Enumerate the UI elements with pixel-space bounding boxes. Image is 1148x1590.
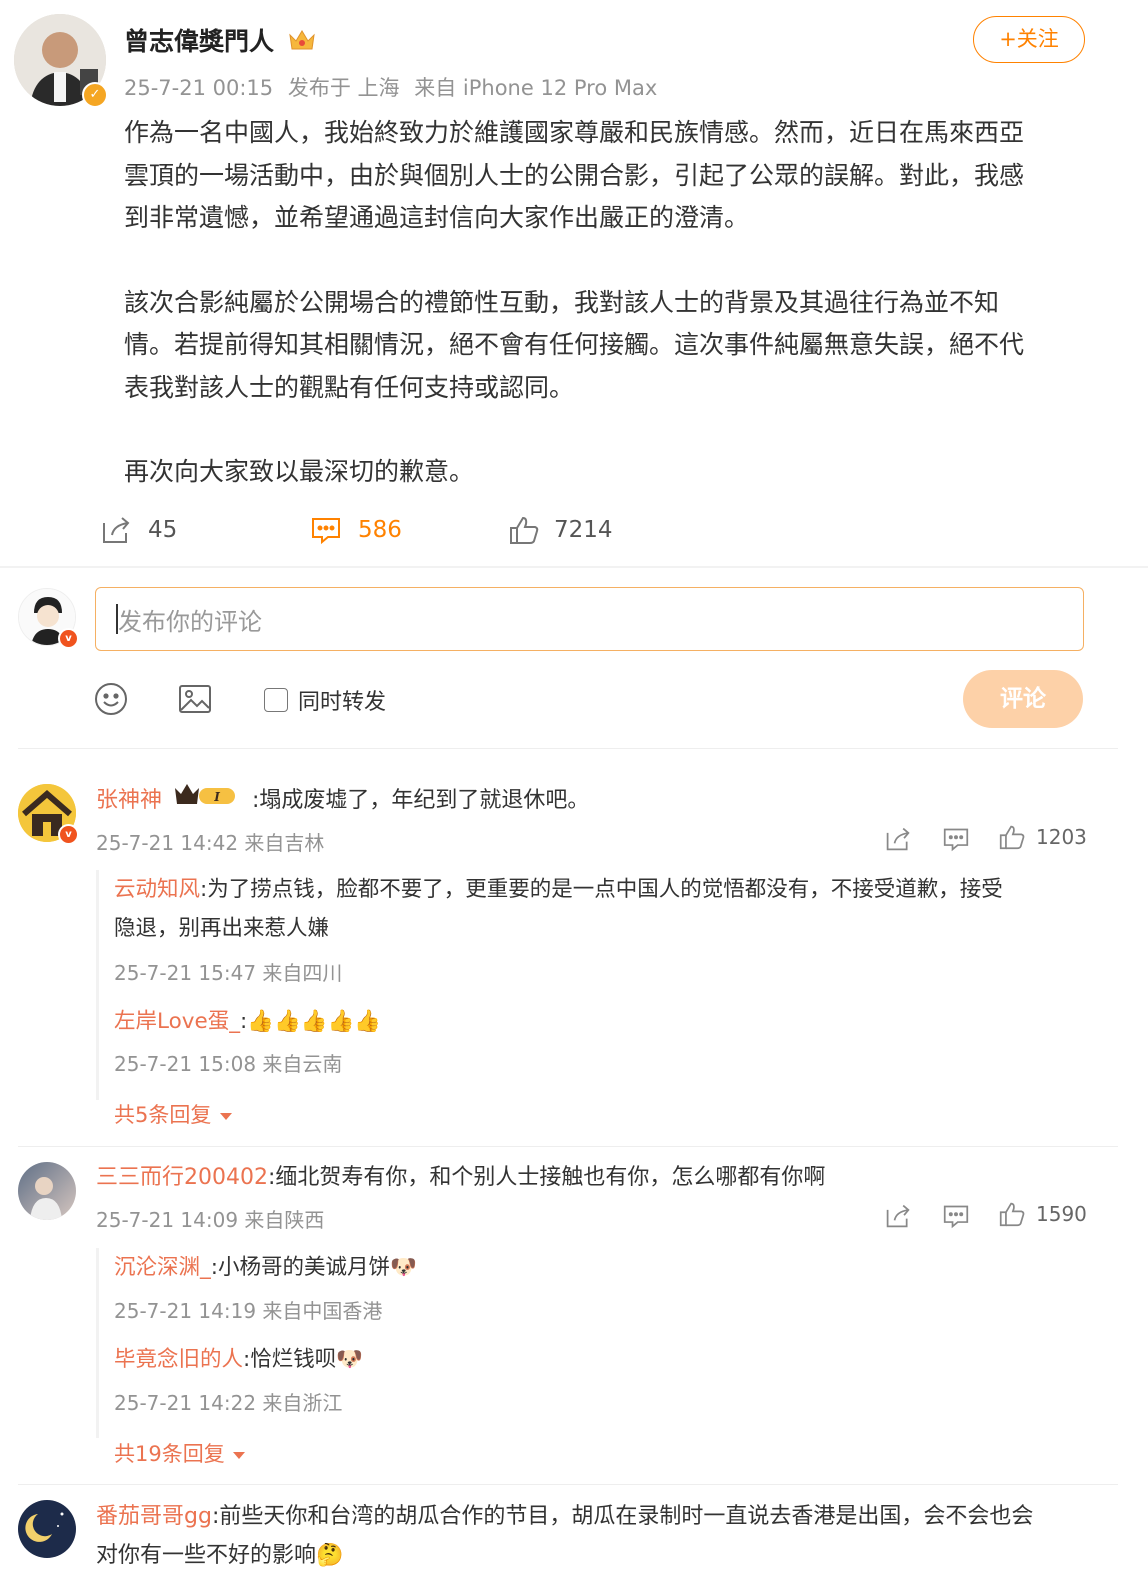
reply-thread [96, 1248, 99, 1438]
post-meta: 25-7-21 00:15 发布于 上海 来自 iPhone 12 Pro Ma… [124, 76, 658, 100]
reply-text: :为了捞点钱，脸都不要了，更重要的是一点中国人的觉悟都没有，不接受道歉，接受 [200, 877, 1003, 902]
comment-line: 三三而行200402:缅北贺寿有你，和个别人士接触也有你，怎么哪都有你啊 [96, 1158, 825, 1197]
comment-line: 番茄哥哥gg:前些天你和台湾的胡瓜合作的节目，胡瓜在录制时一直说去香港是出国，会… [96, 1497, 1096, 1575]
post-paragraph: 該次合影純屬於公開場合的禮節性互動，我對該人士的背景及其過往行為並不知 情。若提… [124, 287, 1025, 402]
reply-meta: 25-7-21 14:19 来自中国香港 [114, 1299, 383, 1323]
thumbs-up-icon [999, 1202, 1025, 1227]
reply-item: 左岸Love蛋_:👍👍👍👍👍 [114, 1002, 381, 1041]
comment-reply-button[interactable] [942, 1203, 970, 1233]
submit-comment-button[interactable]: 评论 [963, 670, 1083, 728]
thumbs-up-icon [508, 515, 540, 545]
reply-text: :小杨哥的美诚月饼🐶 [210, 1255, 417, 1280]
comment-like-button[interactable]: 1590 [998, 1201, 1087, 1227]
reply-author[interactable]: 毕竟念旧的人 [114, 1347, 243, 1372]
reply-author[interactable]: 左岸Love蛋_ [114, 1009, 240, 1034]
verified-badge-icon: v [58, 824, 79, 845]
comment-share-button[interactable] [884, 1203, 912, 1233]
reply-text: :恰烂钱呗🐶 [243, 1347, 364, 1372]
reply-meta: 25-7-21 15:47 来自四川 [114, 961, 343, 985]
comment-icon [943, 1205, 969, 1229]
comment-text: :前些天你和台湾的胡瓜合作的节目，胡瓜在录制时一直说去香港是出国，会不会也会 [211, 1504, 1034, 1529]
share-icon [886, 1204, 910, 1228]
post-paragraph: 再次向大家致以最深切的歉意。 [124, 457, 475, 486]
comment-input[interactable]: 发布你的评论 [95, 587, 1084, 651]
repost-action[interactable]: 45 [100, 515, 177, 545]
current-user-avatar[interactable]: v [18, 588, 79, 649]
commenter-name[interactable]: 三三而行200402 [96, 1165, 268, 1190]
comment-action[interactable]: 586 [310, 515, 402, 545]
comment-meta: 25-7-21 14:42 来自吉林 [96, 831, 325, 855]
post-paragraph: 作為一名中國人，我始終致力於維護國家尊嚴和民族情感。然而，近日在馬來西亞 雲頂的… [124, 118, 1025, 232]
emoji-button[interactable] [94, 682, 128, 720]
like-action[interactable]: 7214 [508, 515, 613, 545]
image-icon [179, 685, 211, 713]
commenter-name[interactable]: 番茄哥哥gg [96, 1504, 212, 1529]
post-body: 作為一名中國人，我始終致力於維護國家尊嚴和民族情感。然而，近日在馬來西亞 雲頂的… [124, 112, 1114, 494]
follow-button[interactable]: +关注 [973, 16, 1085, 63]
post-author-avatar[interactable]: ✓ [14, 14, 108, 108]
section-divider [18, 1146, 1118, 1147]
comment-like-button[interactable]: 1203 [998, 824, 1087, 850]
comment-text: :缅北贺寿有你，和个别人士接触也有你，怎么哪都有你啊 [267, 1165, 826, 1190]
expand-replies-link[interactable]: 共5条回复 [114, 1099, 233, 1129]
photo-avatar-image [18, 1162, 76, 1220]
reply-item: 沉沦深渊_:小杨哥的美诚月饼🐶 [114, 1248, 417, 1287]
reply-text: :👍👍👍👍👍 [239, 1009, 382, 1034]
share-icon [886, 827, 910, 851]
comment-text: :塌成废墟了，年纪到了就退休吧。 [252, 788, 590, 813]
verified-badge-icon: v [58, 628, 79, 649]
reply-item: 云动知风:为了捞点钱，脸都不要了，更重要的是一点中国人的觉悟都没有，不接受道歉，… [114, 870, 1094, 948]
checkbox-square[interactable] [264, 688, 288, 712]
comment-input-placeholder: 发布你的评论 [118, 608, 262, 636]
comment-icon [310, 515, 342, 545]
vip-level-badge-icon: I [173, 782, 241, 821]
share-icon [100, 515, 132, 545]
reply-text-continued: 隐退，别再出来惹人嫌 [114, 916, 330, 941]
commenter-avatar[interactable]: v [18, 784, 79, 845]
caret-down-icon [233, 1451, 246, 1459]
caret-down-icon [220, 1112, 233, 1120]
reply-author[interactable]: 沉沦深渊_ [114, 1255, 211, 1280]
comment-text-continued: 对你有一些不好的影响🤔 [96, 1543, 344, 1568]
verified-badge-icon: ✓ [82, 82, 108, 108]
post-author-name[interactable]: 曾志偉獎門人 [124, 22, 317, 59]
commenter-name[interactable]: 张神神 [96, 788, 162, 813]
expand-replies-link[interactable]: 共19条回复 [114, 1438, 246, 1468]
smiley-icon [95, 683, 127, 715]
section-divider [18, 748, 1118, 749]
comment-meta: 25-7-21 14:09 来自陕西 [96, 1208, 325, 1232]
reply-author[interactable]: 云动知风 [114, 877, 200, 902]
reply-meta: 25-7-21 15:08 来自云南 [114, 1052, 343, 1076]
comment-share-button[interactable] [884, 826, 912, 856]
repost-checkbox[interactable]: 同时转发 [264, 684, 386, 716]
comment-reply-button[interactable] [942, 826, 970, 856]
comment-icon [943, 828, 969, 852]
section-divider [0, 566, 1148, 568]
commenter-avatar[interactable] [18, 1162, 76, 1220]
image-upload-button[interactable] [178, 682, 212, 720]
reply-item: 毕竟念旧的人:恰烂钱呗🐶 [114, 1340, 363, 1379]
svg-text:I: I [213, 790, 220, 804]
reply-meta: 25-7-21 14:22 来自浙江 [114, 1391, 343, 1415]
commenter-avatar[interactable] [18, 1500, 76, 1558]
crown-medal-icon [287, 27, 317, 59]
thumbs-up-icon [999, 825, 1025, 850]
moon-avatar-image [18, 1500, 76, 1558]
comment-line: 张神神 I :塌成废墟了，年纪到了就退休吧。 [96, 781, 589, 821]
section-divider [18, 1484, 1118, 1485]
reply-thread [96, 870, 99, 1100]
